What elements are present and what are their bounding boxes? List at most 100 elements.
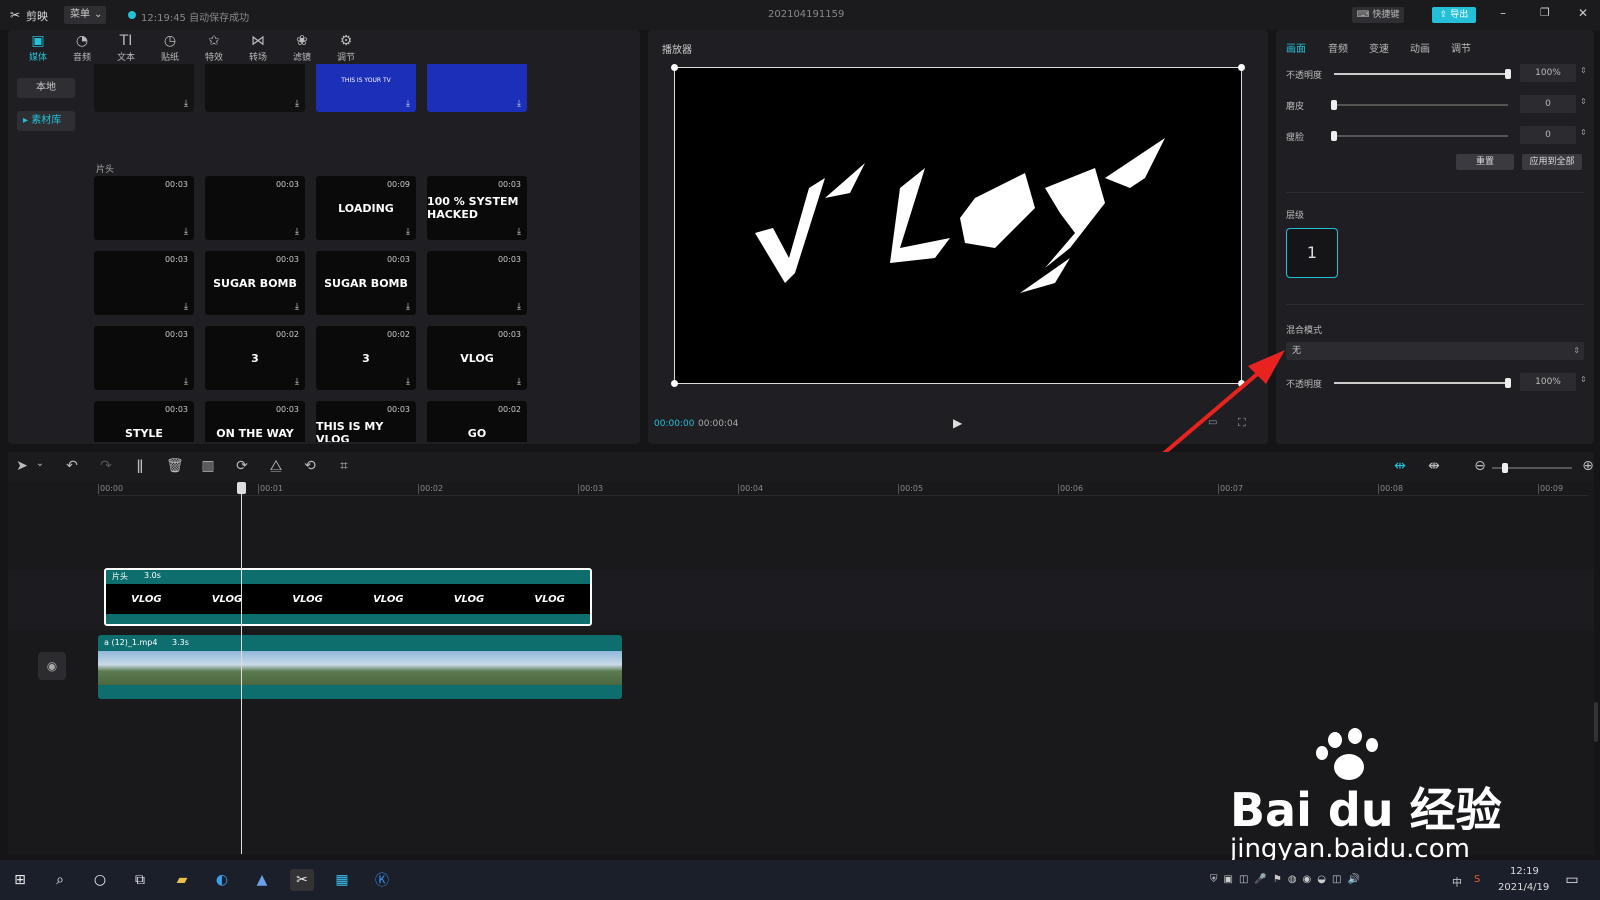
media-thumb[interactable]: ⤓ bbox=[205, 64, 305, 112]
app-icon[interactable]: ▲ bbox=[250, 869, 274, 891]
download-icon[interactable]: ⤓ bbox=[295, 99, 299, 109]
intro-clip[interactable]: VLOG VLOG VLOG VLOG VLOG VLOG 片头 3.0s bbox=[104, 568, 592, 626]
search-icon[interactable]: ⌕ bbox=[48, 869, 72, 891]
layer-box[interactable]: 1 bbox=[1286, 228, 1338, 278]
notification-icon[interactable]: ▭ bbox=[1560, 869, 1584, 891]
blend-mode-select[interactable]: 无 ⇕ bbox=[1286, 342, 1584, 360]
media-thumb[interactable]: VLOG 00:03 ⤓ bbox=[427, 326, 527, 390]
download-icon[interactable]: ⤓ bbox=[517, 302, 521, 312]
edge-icon[interactable]: ◐ bbox=[210, 869, 234, 891]
media-thumb[interactable]: 00:03 ⤓ bbox=[205, 176, 305, 240]
task-view-icon[interactable]: ⧉ bbox=[128, 869, 152, 891]
freeze-icon[interactable]: ▥ bbox=[200, 458, 216, 474]
media-thumb[interactable]: 3 00:02 ⤓ bbox=[205, 326, 305, 390]
media-thumb[interactable]: ⤓ bbox=[427, 64, 527, 112]
download-icon[interactable]: ⤓ bbox=[184, 99, 188, 109]
download-icon[interactable]: ⤓ bbox=[295, 227, 299, 237]
stepper-icon[interactable]: ⇕ bbox=[1580, 128, 1587, 137]
media-thumb[interactable]: 00:03 ⤓ bbox=[94, 176, 194, 240]
media-thumb[interactable]: ⤓ bbox=[94, 64, 194, 112]
play-icon[interactable]: ▶ bbox=[953, 416, 962, 430]
kugou-icon[interactable]: Ⓚ bbox=[370, 869, 394, 891]
slider-knob[interactable] bbox=[1505, 378, 1511, 388]
media-thumb[interactable]: THIS IS MY VLOG00:03⤓ bbox=[316, 401, 416, 442]
prop-value[interactable]: 0 bbox=[1520, 95, 1576, 113]
tab-media[interactable]: ▣ 媒体 bbox=[16, 32, 60, 66]
file-explorer-icon[interactable]: ▰ bbox=[170, 869, 194, 891]
media-thumb[interactable]: LOADING 00:09 ⤓ bbox=[316, 176, 416, 240]
handle-bl[interactable] bbox=[671, 380, 678, 387]
prop-value[interactable]: 100% bbox=[1520, 64, 1576, 82]
close-icon[interactable]: ✕ bbox=[1578, 6, 1588, 20]
prop-value[interactable]: 0 bbox=[1520, 126, 1576, 144]
download-icon[interactable]: ⤓ bbox=[517, 227, 521, 237]
download-icon[interactable]: ⤓ bbox=[184, 302, 188, 312]
handle-tl[interactable] bbox=[671, 64, 678, 71]
undo-icon[interactable]: ↶ bbox=[64, 458, 80, 474]
handle-tr[interactable] bbox=[1238, 64, 1245, 71]
tab-canvas[interactable]: 画面 bbox=[1286, 40, 1306, 55]
reset-button[interactable]: 重置 bbox=[1456, 154, 1514, 170]
blend-opacity-value[interactable]: 100% bbox=[1520, 373, 1576, 391]
slider-knob[interactable] bbox=[1331, 100, 1337, 110]
sidebar-item-library[interactable]: ▸ 素材库 bbox=[17, 111, 75, 131]
chevron-down-icon[interactable]: ⌄ bbox=[32, 458, 48, 469]
tab-audio[interactable]: ◔ 音频 bbox=[60, 32, 104, 66]
audio-toggle[interactable]: ◉ bbox=[38, 652, 66, 680]
rotate-icon[interactable]: ⟲ bbox=[302, 458, 318, 474]
media-thumb[interactable]: GO00:02⤓ bbox=[427, 401, 527, 442]
media-thumb[interactable]: 00:03 ⤓ bbox=[427, 251, 527, 315]
restore-icon[interactable]: ❐ bbox=[1540, 6, 1550, 19]
download-icon[interactable]: ⤓ bbox=[295, 302, 299, 312]
reverse-icon[interactable]: ⟳ bbox=[234, 458, 250, 474]
download-icon[interactable]: ⤓ bbox=[406, 227, 410, 237]
mirror-icon[interactable]: ⧋ bbox=[268, 458, 284, 474]
cortana-icon[interactable]: ○ bbox=[88, 869, 112, 891]
download-icon[interactable]: ⤓ bbox=[406, 377, 410, 387]
handle-br[interactable] bbox=[1238, 380, 1245, 387]
tab-props-audio[interactable]: 音频 bbox=[1328, 40, 1348, 55]
fullscreen-icon[interactable]: ⛶ bbox=[1238, 416, 1246, 430]
ime-indicator[interactable]: 中 bbox=[1452, 874, 1462, 889]
tab-text[interactable]: TI 文本 bbox=[104, 32, 148, 66]
link-icon[interactable]: ⇼ bbox=[1426, 458, 1442, 474]
zoom-slider[interactable] bbox=[1492, 463, 1572, 473]
tab-transition[interactable]: ⋈ 转场 bbox=[236, 32, 280, 66]
sogou-icon[interactable]: S bbox=[1474, 874, 1480, 885]
delete-icon[interactable]: 🗑 bbox=[166, 458, 184, 474]
download-icon[interactable]: ⤓ bbox=[517, 99, 521, 109]
split-icon[interactable]: ǁ bbox=[132, 458, 148, 474]
slider-knob[interactable] bbox=[1502, 463, 1508, 473]
tab-effects[interactable]: ✩ 特效 bbox=[192, 32, 236, 66]
media-thumb[interactable]: 3 00:02 ⤓ bbox=[316, 326, 416, 390]
prop-slider[interactable] bbox=[1334, 69, 1511, 79]
select-cursor-icon[interactable]: ➤ bbox=[14, 458, 30, 474]
media-thumb[interactable]: ON THE WAY00:03⤓ bbox=[205, 401, 305, 442]
apply-all-button[interactable]: 应用到全部 bbox=[1522, 154, 1582, 170]
media-thumb[interactable]: THIS IS YOUR TV ⤓ bbox=[316, 64, 416, 112]
media-thumb[interactable]: 100 % SYSTEM HACKED 00:03 ⤓ bbox=[427, 176, 527, 240]
menu-button[interactable]: 菜单 ⌄ bbox=[64, 6, 106, 24]
ratio-icon[interactable]: ▭ bbox=[1208, 417, 1217, 428]
sidebar-item-local[interactable]: 本地 bbox=[17, 78, 75, 98]
download-icon[interactable]: ⤓ bbox=[295, 377, 299, 387]
media-thumb[interactable]: 00:03 ⤓ bbox=[94, 326, 194, 390]
slider-knob[interactable] bbox=[1505, 69, 1511, 79]
prop-slider[interactable] bbox=[1331, 100, 1508, 110]
media-thumb[interactable]: SUGAR BOMB 00:03 ⤓ bbox=[205, 251, 305, 315]
slider-knob[interactable] bbox=[1331, 131, 1337, 141]
tab-sticker[interactable]: ◷ 贴纸 bbox=[148, 32, 192, 66]
tab-props-adjust[interactable]: 调节 bbox=[1451, 40, 1471, 55]
tray-icons[interactable]: ⛨▣◫🎤⚑◍◉◒◫🔊 bbox=[1210, 874, 1366, 885]
photo-app-icon[interactable]: ▦ bbox=[330, 869, 354, 891]
tab-animation[interactable]: 动画 bbox=[1410, 40, 1430, 55]
export-button[interactable]: ⇪ 导出 bbox=[1432, 7, 1476, 23]
media-thumb[interactable]: STYLE00:03⤓ bbox=[94, 401, 194, 442]
playhead-handle[interactable] bbox=[237, 482, 246, 494]
shortcut-button[interactable]: ⌨ 快捷键 bbox=[1352, 7, 1404, 23]
crop-icon[interactable]: ⌗ bbox=[336, 458, 352, 474]
blend-opacity-slider[interactable] bbox=[1334, 378, 1511, 388]
tab-filter[interactable]: ❀ 滤镜 bbox=[280, 32, 324, 66]
snap-icon[interactable]: ⇹ bbox=[1392, 458, 1408, 474]
tab-speed[interactable]: 变速 bbox=[1369, 40, 1389, 55]
